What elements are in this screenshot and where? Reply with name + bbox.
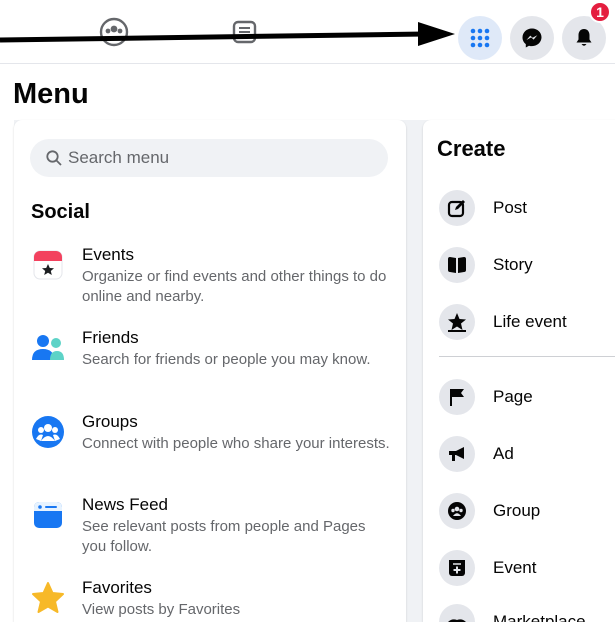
create-item-group[interactable]: Group (439, 491, 540, 531)
megaphone-icon (439, 436, 475, 472)
create-item-label: Life event (493, 312, 567, 331)
create-panel: Create Post Story Life event Page Ad Gro… (423, 120, 615, 622)
messenger-icon (522, 28, 542, 48)
menu-item-desc: Search for friends or people you may kno… (82, 351, 371, 368)
create-item-page[interactable]: Page (439, 377, 533, 417)
menu-item-name: Events (82, 245, 134, 264)
grid-icon (470, 28, 490, 48)
calendar-plus-icon (439, 550, 475, 586)
flag-icon (439, 379, 475, 415)
search-box[interactable] (30, 139, 388, 177)
menu-item-news-feed[interactable]: News Feed See relevant posts from people… (30, 495, 400, 557)
annotation-arrow-icon (0, 22, 455, 46)
menu-item-name: Favorites (82, 578, 152, 597)
create-title: Create (437, 136, 506, 161)
menu-item-desc: Organize or find events and other things… (82, 268, 387, 305)
search-input[interactable] (68, 148, 368, 168)
create-item-label: Page (493, 387, 533, 406)
social-panel: Social Events Organize or find events an… (14, 120, 406, 622)
divider (439, 356, 615, 357)
create-item-label: Marketplace (493, 612, 586, 622)
menu-item-groups[interactable]: Groups Connect with people who share you… (30, 412, 400, 454)
messenger-button[interactable] (510, 16, 554, 60)
edit-icon (439, 190, 475, 226)
create-item-story[interactable]: Story (439, 245, 533, 285)
menu-grid-button[interactable] (458, 16, 502, 60)
menu-item-desc: See relevant posts from people and Pages… (82, 518, 366, 555)
menu-item-desc: View posts by Favorites (82, 601, 241, 618)
friends-icon (32, 335, 64, 360)
create-item-ad[interactable]: Ad (439, 434, 514, 474)
create-item-post[interactable]: Post (439, 188, 527, 228)
group-icon (439, 493, 475, 529)
create-item-label: Ad (493, 444, 514, 463)
create-item-event[interactable]: Event (439, 548, 536, 588)
create-item-marketplace[interactable]: Marketplace (439, 602, 586, 622)
menu-item-events[interactable]: Events Organize or find events and other… (30, 245, 400, 307)
menu-item-name: News Feed (82, 495, 168, 514)
groups-icon (32, 416, 64, 448)
menu-item-name: Groups (82, 412, 138, 431)
events-icon (33, 250, 63, 280)
bell-icon (576, 29, 592, 46)
menu-item-friends[interactable]: Friends Search for friends or people you… (30, 328, 400, 370)
create-item-label: Group (493, 501, 541, 520)
create-item-label: Story (493, 255, 533, 274)
create-item-life-event[interactable]: Life event (439, 302, 567, 342)
star-icon (439, 304, 475, 340)
book-icon (439, 247, 475, 283)
star-icon (32, 582, 64, 613)
menu-item-favorites[interactable]: Favorites View posts by Favorites (30, 578, 400, 620)
create-item-label: Event (493, 558, 537, 577)
menu-item-name: Friends (82, 328, 139, 347)
page-title: Menu (13, 78, 89, 110)
menu-item-desc: Connect with people who share your inter… (82, 435, 390, 452)
create-item-label: Post (493, 198, 528, 217)
handshake-icon (439, 604, 475, 622)
notification-badge: 1 (589, 1, 611, 23)
section-title-social: Social (31, 201, 90, 223)
search-icon (46, 150, 62, 166)
news-feed-icon (34, 502, 62, 528)
